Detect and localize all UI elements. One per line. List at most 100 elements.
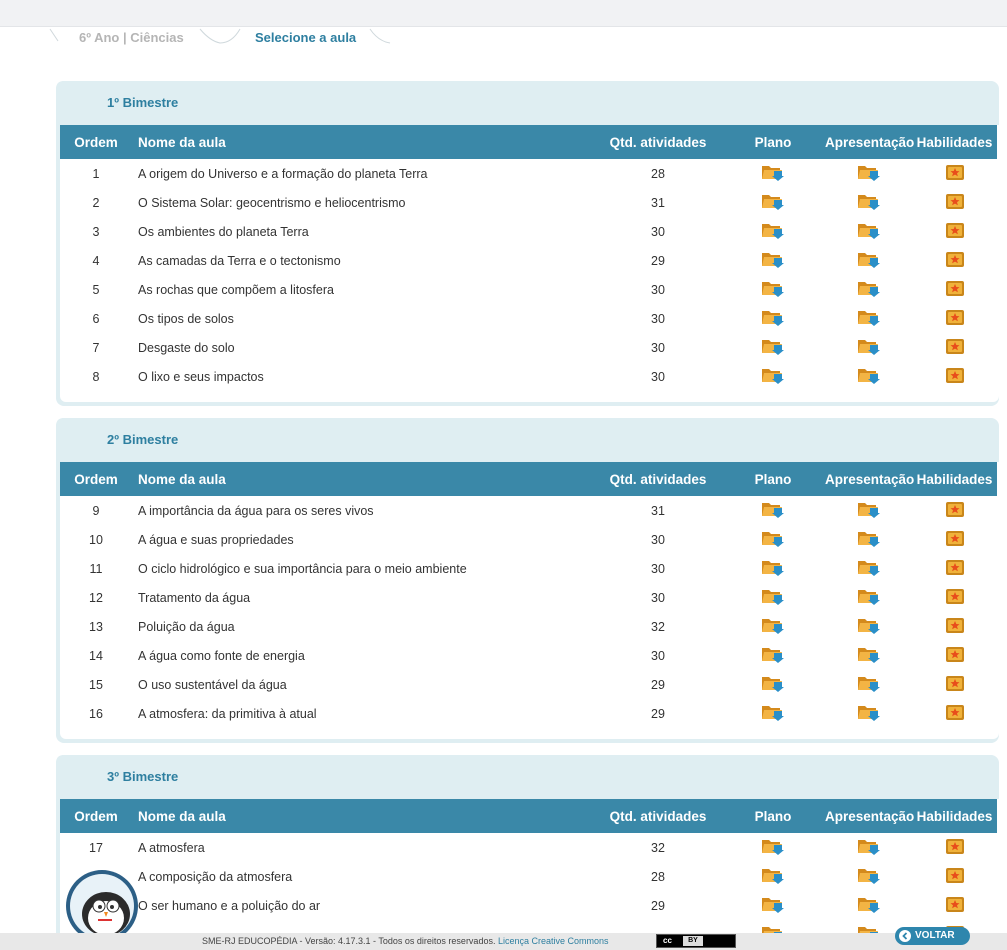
license-link[interactable]: Licença Creative Commons xyxy=(498,936,609,946)
table-row[interactable]: 15 O uso sustentável da água 29 xyxy=(60,670,997,699)
star-badge-icon[interactable] xyxy=(945,558,965,579)
apresentacao-folder-icon[interactable] xyxy=(857,673,881,696)
plano-folder-icon[interactable] xyxy=(761,162,785,185)
voltar-button[interactable]: VOLTAR xyxy=(895,927,970,945)
plano-folder-icon[interactable] xyxy=(761,644,785,667)
table-row[interactable]: 1 A origem do Universo e a formação do pl… xyxy=(60,159,997,188)
col-nome[interactable]: Nome da aula xyxy=(132,125,595,159)
star-badge-icon[interactable] xyxy=(945,616,965,637)
table-row[interactable]: 2 O Sistema Solar: geocentrismo e helioce… xyxy=(60,188,997,217)
star-badge-icon[interactable] xyxy=(945,895,965,916)
col-nome[interactable]: Nome da aula xyxy=(132,462,595,496)
plano-folder-icon[interactable] xyxy=(761,220,785,243)
table-row[interactable]: 12 Tratamento da água 30 xyxy=(60,583,997,612)
star-badge-icon[interactable] xyxy=(945,529,965,550)
apresentacao-folder-icon[interactable] xyxy=(857,894,881,917)
apresentacao-folder-icon[interactable] xyxy=(857,557,881,580)
apresentacao-folder-icon[interactable] xyxy=(857,336,881,359)
star-badge-icon[interactable] xyxy=(945,837,965,858)
apresentacao-folder-icon[interactable] xyxy=(857,191,881,214)
lesson-name[interactable]: Os ambientes do planeta Terra xyxy=(132,217,595,246)
star-badge-icon[interactable] xyxy=(945,587,965,608)
star-badge-icon[interactable] xyxy=(945,703,965,724)
lesson-name[interactable]: Os tipos de solos xyxy=(132,304,595,333)
table-row[interactable]: 4 As camadas da Terra e o tectonismo 29 xyxy=(60,246,997,275)
apresentacao-folder-icon[interactable] xyxy=(857,365,881,388)
plano-folder-icon[interactable] xyxy=(761,365,785,388)
table-row[interactable]: O ser humano e a poluição do ar 29 xyxy=(60,891,997,920)
apresentacao-folder-icon[interactable] xyxy=(857,307,881,330)
lesson-name[interactable]: As rochas que compõem a litosfera xyxy=(132,275,595,304)
star-badge-icon[interactable] xyxy=(945,308,965,329)
lesson-name[interactable]: Desgaste do solo xyxy=(132,333,595,362)
lesson-name[interactable]: A atmosfera: da primitiva à atual xyxy=(132,699,595,728)
plano-folder-icon[interactable] xyxy=(761,499,785,522)
lesson-name[interactable]: O uso sustentável da água xyxy=(132,670,595,699)
star-badge-icon[interactable] xyxy=(945,337,965,358)
plano-folder-icon[interactable] xyxy=(761,191,785,214)
lesson-name[interactable]: O Sistema Solar: geocentrismo e heliocen… xyxy=(132,188,595,217)
plano-folder-icon[interactable] xyxy=(761,673,785,696)
table-row[interactable]: 11 O ciclo hidrológico e sua importância … xyxy=(60,554,997,583)
table-row[interactable]: 16 A atmosfera: da primitiva à atual 29 xyxy=(60,699,997,728)
lesson-name[interactable]: O ciclo hidrológico e sua importância pa… xyxy=(132,554,595,583)
star-badge-icon[interactable] xyxy=(945,366,965,387)
lesson-name[interactable]: Tratamento da água xyxy=(132,583,595,612)
plano-folder-icon[interactable] xyxy=(761,702,785,725)
cc-license-badge[interactable]: cc BY xyxy=(656,934,736,948)
apresentacao-folder-icon[interactable] xyxy=(857,615,881,638)
plano-folder-icon[interactable] xyxy=(761,528,785,551)
table-row[interactable]: 14 A água como fonte de energia 30 xyxy=(60,641,997,670)
plano-folder-icon[interactable] xyxy=(761,615,785,638)
star-badge-icon[interactable] xyxy=(945,279,965,300)
star-badge-icon[interactable] xyxy=(945,500,965,521)
table-row[interactable]: 5 As rochas que compõem a litosfera 30 xyxy=(60,275,997,304)
star-badge-icon[interactable] xyxy=(945,674,965,695)
plano-folder-icon[interactable] xyxy=(761,865,785,888)
star-badge-icon[interactable] xyxy=(945,866,965,887)
table-row[interactable]: 3 Os ambientes do planeta Terra 30 xyxy=(60,217,997,246)
apresentacao-folder-icon[interactable] xyxy=(857,499,881,522)
table-row[interactable]: 10 A água e suas propriedades 30 xyxy=(60,525,997,554)
lesson-name[interactable]: A água como fonte de energia xyxy=(132,641,595,670)
breadcrumb-item-course[interactable]: 6º Ano | Ciências xyxy=(79,30,184,45)
apresentacao-folder-icon[interactable] xyxy=(857,702,881,725)
table-row[interactable]: 13 Poluição da água 32 xyxy=(60,612,997,641)
lesson-name[interactable]: O ser humano e a poluição do ar xyxy=(132,891,595,920)
col-qtd[interactable]: Qtd. atividades xyxy=(595,799,721,833)
star-badge-icon[interactable] xyxy=(945,192,965,213)
col-qtd[interactable]: Qtd. atividades xyxy=(595,125,721,159)
lesson-name[interactable]: O lixo e seus impactos xyxy=(132,362,595,391)
table-row[interactable]: A composição da atmosfera 28 xyxy=(60,862,997,891)
star-badge-icon[interactable] xyxy=(945,163,965,184)
plano-folder-icon[interactable] xyxy=(761,278,785,301)
apresentacao-folder-icon[interactable] xyxy=(857,220,881,243)
plano-folder-icon[interactable] xyxy=(761,894,785,917)
lesson-name[interactable]: Poluição da água xyxy=(132,612,595,641)
col-nome[interactable]: Nome da aula xyxy=(132,799,595,833)
table-row[interactable]: 8 O lixo e seus impactos 30 xyxy=(60,362,997,391)
table-row[interactable]: 6 Os tipos de solos 30 xyxy=(60,304,997,333)
col-ordem[interactable]: Ordem xyxy=(60,125,132,159)
apresentacao-folder-icon[interactable] xyxy=(857,836,881,859)
plano-folder-icon[interactable] xyxy=(761,307,785,330)
lesson-name[interactable]: A atmosfera xyxy=(132,833,595,862)
table-row[interactable]: 7 Desgaste do solo 30 xyxy=(60,333,997,362)
apresentacao-folder-icon[interactable] xyxy=(857,528,881,551)
star-badge-icon[interactable] xyxy=(945,250,965,271)
apresentacao-folder-icon[interactable] xyxy=(857,249,881,272)
col-ordem[interactable]: Ordem xyxy=(60,462,132,496)
plano-folder-icon[interactable] xyxy=(761,836,785,859)
apresentacao-folder-icon[interactable] xyxy=(857,586,881,609)
plano-folder-icon[interactable] xyxy=(761,336,785,359)
lesson-name[interactable]: A água e suas propriedades xyxy=(132,525,595,554)
star-badge-icon[interactable] xyxy=(945,221,965,242)
col-qtd[interactable]: Qtd. atividades xyxy=(595,462,721,496)
table-row[interactable]: 9 A importância da água para os seres viv… xyxy=(60,496,997,525)
lesson-name[interactable]: A importância da água para os seres vivo… xyxy=(132,496,595,525)
apresentacao-folder-icon[interactable] xyxy=(857,278,881,301)
plano-folder-icon[interactable] xyxy=(761,249,785,272)
table-row[interactable]: 17 A atmosfera 32 xyxy=(60,833,997,862)
lesson-name[interactable]: As camadas da Terra e o tectonismo xyxy=(132,246,595,275)
apresentacao-folder-icon[interactable] xyxy=(857,644,881,667)
